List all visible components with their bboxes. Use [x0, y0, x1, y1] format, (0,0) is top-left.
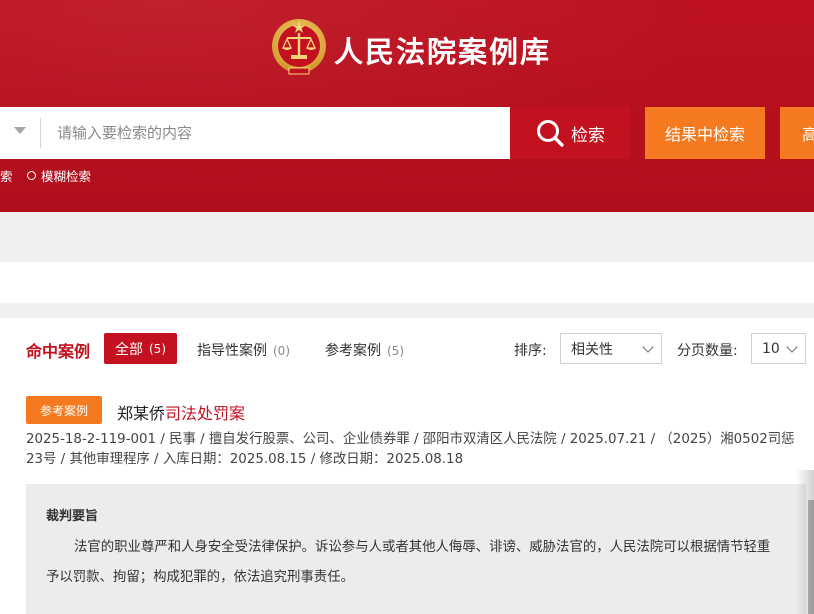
page-size-value: 10 [762, 340, 780, 357]
case-title-link[interactable]: 郑某侨司法处罚案 [117, 400, 245, 424]
search-button-label: 检索 [571, 125, 605, 146]
chevron-down-icon[interactable] [14, 127, 26, 134]
sort-label: 排序: [514, 343, 547, 359]
court-emblem-icon [272, 19, 326, 75]
search-divider [40, 118, 41, 148]
grey-band [0, 303, 814, 318]
tab-count: (0) [273, 344, 290, 358]
tab-all[interactable]: 全部 (5) [104, 333, 177, 364]
search-icon [537, 120, 564, 147]
case-title-plain: 郑某侨 [117, 404, 166, 423]
sort-value: 相关性 [571, 341, 613, 358]
search-button[interactable]: 检索 [510, 107, 630, 159]
tab-reference-cases[interactable]: 参考案例 (5) [325, 340, 404, 360]
chevron-down-icon [642, 341, 654, 353]
summary-text: 法官的职业尊严和人身安全受法律保护。诉讼参与人或者其他人侮辱、诽谤、威胁法官的，… [46, 540, 771, 585]
grey-band [0, 212, 814, 262]
result-search-button[interactable]: 结果中检索 [645, 107, 765, 159]
summary-title: 裁判要旨 [46, 509, 99, 524]
page-size-select[interactable]: 10 [751, 333, 806, 364]
sort-select[interactable]: 相关性 [560, 333, 662, 364]
tab-guiding-cases[interactable]: 指导性案例 (0) [197, 340, 290, 360]
page-size-label: 分页数量: [677, 343, 738, 359]
case-type-badge: 参考案例 [26, 396, 102, 424]
hit-cases-title: 命中案例 [26, 342, 91, 361]
case-summary: 裁判要旨 法官的职业尊严和人身安全受法律保护。诉讼参与人或者其他人侮辱、诽谤、威… [26, 484, 806, 614]
tab-label: 全部 [115, 341, 143, 358]
fuzzy-search-label: 模糊检索 [41, 169, 92, 184]
side-panel-edge [808, 500, 814, 614]
tab-count: (5) [387, 344, 404, 358]
site-header: 人民法院案例库 检索 结果中检索 高 索 模糊检索 [0, 0, 814, 212]
radio-icon[interactable] [27, 171, 36, 180]
search-input[interactable] [50, 115, 490, 151]
tab-label: 参考案例 [325, 343, 381, 359]
site-title: 人民法院案例库 [334, 35, 552, 69]
chevron-down-icon [786, 341, 798, 353]
tab-label: 指导性案例 [197, 343, 267, 359]
search-box [0, 107, 510, 159]
advanced-search-button[interactable]: 高 [780, 107, 814, 159]
case-title-highlight: 司法处罚案 [165, 404, 246, 423]
tab-count: (5) [149, 341, 166, 356]
fuzzy-search-option[interactable]: 模糊检索 [27, 166, 91, 185]
search-option-partial[interactable]: 索 [0, 166, 13, 185]
case-meta: 2025-18-2-119-001 / 民事 / 擅自发行股票、公司、企业债券罪… [26, 432, 795, 467]
